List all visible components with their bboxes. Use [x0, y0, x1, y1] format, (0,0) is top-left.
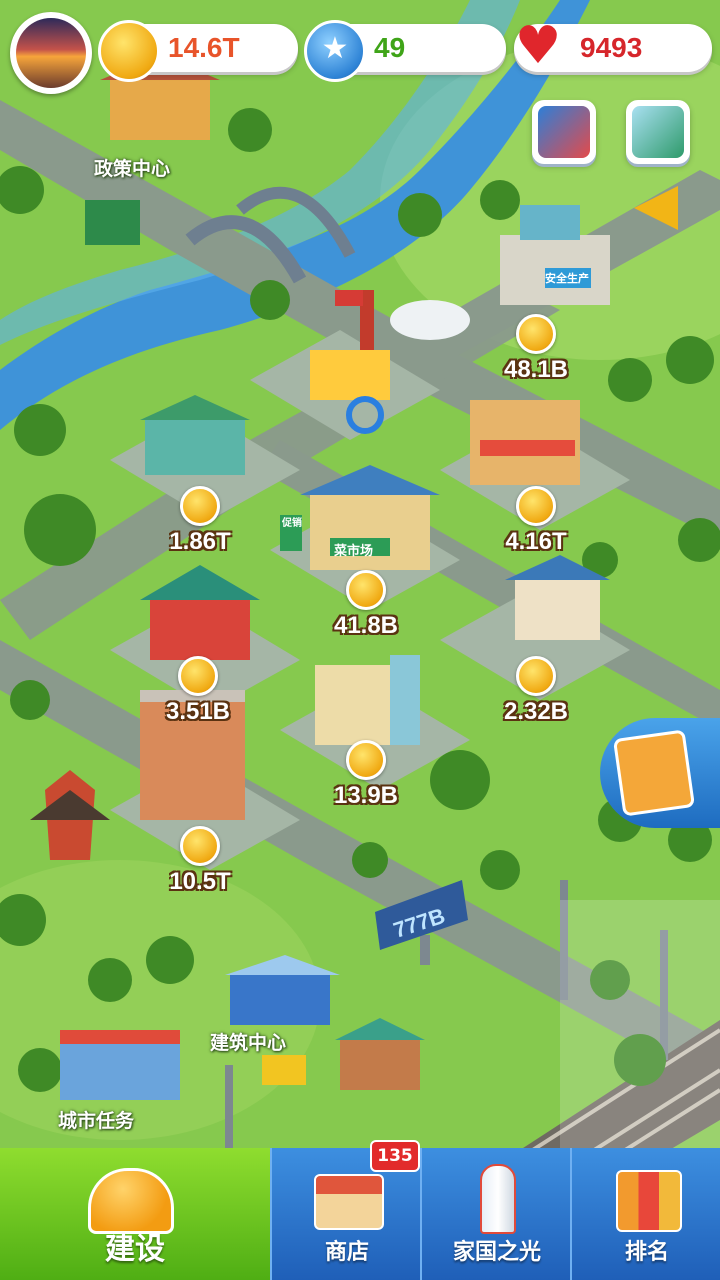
coin-icon — [178, 656, 218, 696]
promo-sign: 促销 — [282, 518, 302, 529]
policy-center-label[interactable]: 政策中心 — [94, 154, 170, 181]
coin-icon — [180, 486, 220, 526]
restaurant — [470, 400, 580, 485]
megaphone-button[interactable] — [628, 180, 692, 236]
bus — [262, 1055, 306, 1085]
tab-build-label: 建设 — [105, 1232, 165, 1267]
income-collect[interactable]: 48.1B — [476, 314, 596, 384]
city-task-building — [60, 1030, 180, 1100]
income-amount: 13.9B — [333, 782, 399, 809]
coin-icon — [98, 20, 160, 82]
rocket-icon — [480, 1164, 516, 1234]
income-amount: 48.1B — [503, 356, 569, 383]
building-center-label[interactable]: 建筑中心 — [210, 1028, 286, 1055]
income-amount: 1.86T — [169, 528, 231, 555]
recycle-icon — [632, 106, 684, 158]
income-amount: 4.16T — [505, 528, 567, 555]
heart-value: 9493 — [580, 32, 643, 63]
coin-counter[interactable]: 14.6T — [98, 20, 298, 82]
coin-icon — [346, 570, 386, 610]
heart-icon: ♥ — [514, 16, 562, 76]
recycle-button[interactable] — [626, 100, 690, 164]
coin-icon — [516, 486, 556, 526]
tab-ranking[interactable]: 排名 — [570, 1148, 720, 1280]
income-amount: 41.8B — [333, 612, 399, 639]
star-counter[interactable]: ★ 49 — [304, 20, 506, 82]
coin-icon — [346, 740, 386, 780]
edit-icon — [612, 729, 696, 817]
coin-icon — [180, 826, 220, 866]
car — [335, 290, 363, 306]
player-avatar[interactable] — [10, 12, 92, 94]
income-amount: 10.5T — [169, 868, 231, 895]
coin-icon — [516, 656, 556, 696]
income-collect[interactable]: 4.16T — [476, 486, 596, 556]
tab-shop[interactable]: 135 商店 — [270, 1140, 422, 1280]
megaphone-icon — [634, 186, 678, 230]
coin-value: 14.6T — [168, 32, 240, 63]
safety-sign: 安全生产 — [545, 272, 589, 285]
vegetable-market-sign: 菜市场 — [334, 544, 374, 559]
shop-badge: 135 — [370, 1140, 420, 1172]
shop-icon — [314, 1174, 384, 1230]
city-map[interactable]: 777B — [0, 0, 720, 1280]
ranking-icon — [616, 1170, 682, 1232]
star-icon: ★ — [304, 20, 366, 82]
tab-build[interactable]: 建设 — [0, 1148, 270, 1280]
tab-shop-label: 商店 — [324, 1240, 369, 1265]
bottom-nav: 建设 135 商店 家国之光 排名 — [0, 1140, 720, 1280]
income-collect[interactable]: 1.86T — [140, 486, 260, 556]
safety-poster-button[interactable] — [532, 100, 596, 164]
tab-homeland-label: 家国之光 — [452, 1240, 541, 1265]
city-task-label[interactable]: 城市任务 — [58, 1106, 134, 1133]
office — [315, 655, 420, 745]
tab-homeland[interactable]: 家国之光 — [420, 1148, 572, 1280]
income-collect[interactable]: 41.8B — [306, 570, 426, 640]
safety-poster-icon — [538, 106, 590, 158]
edit-layout-button[interactable] — [600, 718, 720, 828]
income-collect[interactable]: 2.32B — [476, 656, 596, 726]
heart-counter[interactable]: ♥ 9493 — [514, 20, 712, 72]
income-amount: 2.32B — [503, 698, 569, 725]
tab-ranking-label: 排名 — [624, 1240, 669, 1265]
coin-icon — [516, 314, 556, 354]
income-collect[interactable]: 3.51B — [138, 656, 258, 726]
income-collect[interactable]: 10.5T — [140, 826, 260, 896]
income-amount: 3.51B — [165, 698, 231, 725]
income-collect[interactable]: 13.9B — [306, 740, 426, 810]
avatar-image — [16, 18, 86, 88]
mail-truck — [85, 200, 140, 245]
star-value: 49 — [374, 32, 406, 63]
